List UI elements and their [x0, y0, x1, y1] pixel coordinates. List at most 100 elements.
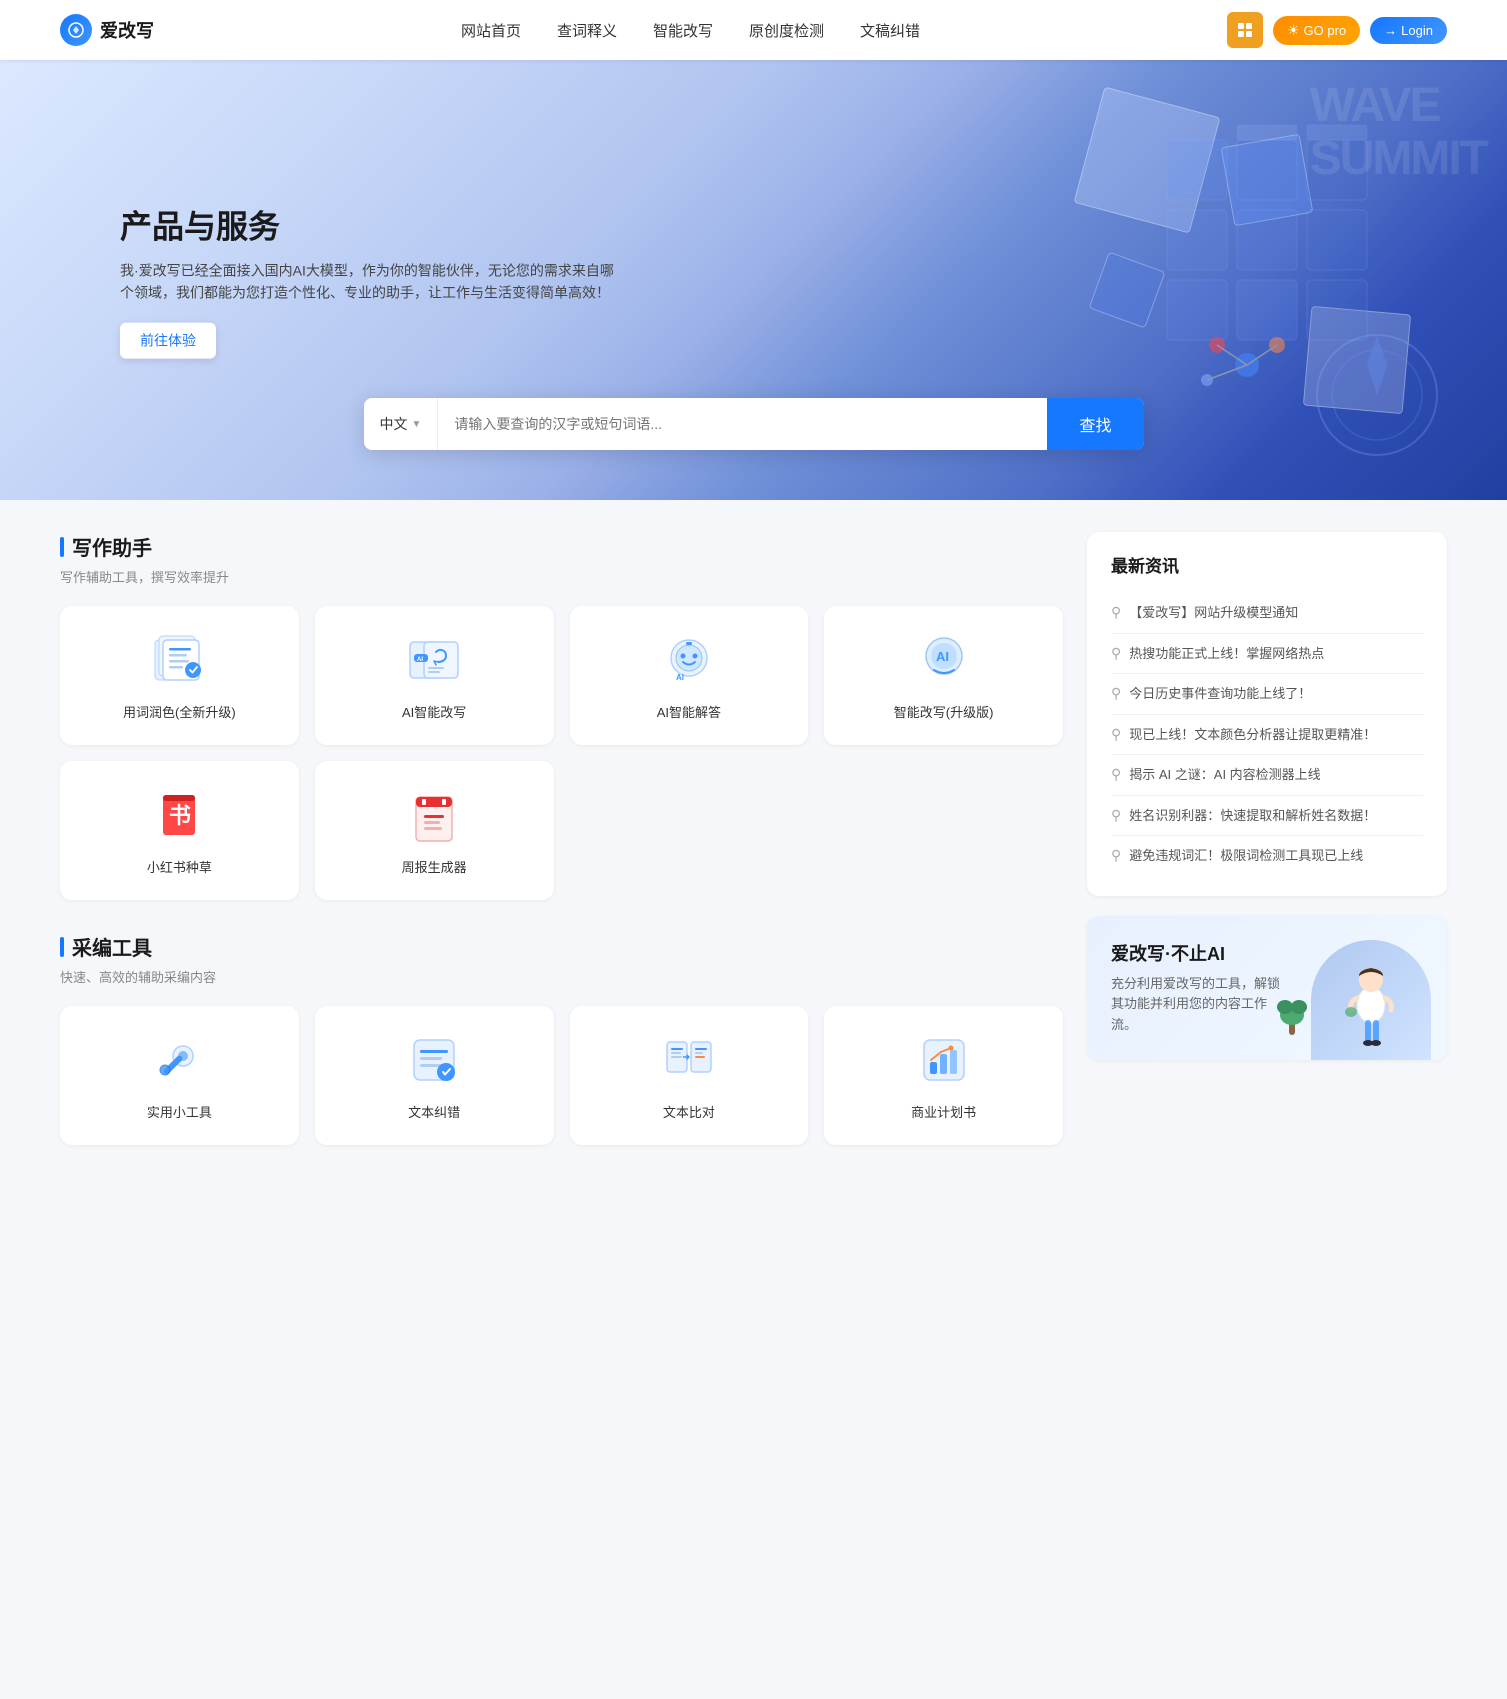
news-text-3: 现已上线！文本颜色分析器让提取更精准！: [1129, 725, 1376, 745]
caiji-section-title: 采编工具: [60, 932, 1063, 961]
right-panel: 最新资讯 ⚲ 【爱改写】网站升级模型通知 ⚲ 热搜功能正式上线！掌握网络热点 ⚲…: [1087, 532, 1447, 1177]
news-item-6[interactable]: ⚲ 避免违规词汇！极限词检测工具现已上线: [1111, 836, 1423, 876]
news-item-1[interactable]: ⚲ 热搜功能正式上线！掌握网络热点: [1111, 634, 1423, 675]
hero-description: 我·爱改写已经全面接入国内AI大模型，作为你的智能伙伴，无论您的需求来自哪个领域…: [120, 260, 620, 305]
nav-correct[interactable]: 文稿纠错: [860, 20, 920, 41]
header: 爱改写 网站首页 查词释义 智能改写 原创度检测 文稿纠错 ☀ GO pro →…: [0, 0, 1507, 60]
tool-xiaohongshu-icon: 书: [149, 785, 209, 845]
writing-tools-grid: 用词润色(全新升级) AI: [60, 606, 1063, 900]
news-item-3[interactable]: ⚲ 现已上线！文本颜色分析器让提取更精准！: [1111, 715, 1423, 756]
promo-deco-plant: [1277, 985, 1307, 1040]
tool-ai-answer-label: AI智能解答: [657, 702, 721, 721]
apps-button[interactable]: [1227, 12, 1263, 48]
tool-text-compare[interactable]: 文本比对: [570, 1006, 809, 1145]
tool-weekly-report-label: 周报生成器: [402, 857, 467, 876]
tool-xiaohongshu-label: 小红书种草: [147, 857, 212, 876]
tool-ai-answer[interactable]: AI AI智能解答: [570, 606, 809, 745]
deco-circle: [1307, 325, 1447, 470]
tool-utility[interactable]: 实用小工具: [60, 1006, 299, 1145]
deco-wave-text: WAVESUMMIT: [1310, 80, 1487, 186]
news-item-0[interactable]: ⚲ 【爱改写】网站升级模型通知: [1111, 593, 1423, 634]
news-section: 最新资讯 ⚲ 【爱改写】网站升级模型通知 ⚲ 热搜功能正式上线！掌握网络热点 ⚲…: [1087, 532, 1447, 896]
hero-title: 产品与服务: [120, 202, 620, 248]
news-text-0: 【爱改写】网站升级模型通知: [1129, 603, 1298, 623]
grid-icon: [1238, 23, 1252, 37]
tool-word-polish-label: 用词润色(全新升级): [123, 702, 236, 721]
nav-home[interactable]: 网站首页: [461, 20, 521, 41]
tool-weekly-report[interactable]: 周报生成器: [315, 761, 554, 900]
logo-icon: [60, 14, 92, 46]
link-icon-4: ⚲: [1111, 766, 1121, 783]
search-lang-label: 中文: [380, 414, 408, 434]
news-text-5: 姓名识别利器：快速提取和解析姓名数据！: [1129, 806, 1376, 826]
nav-original[interactable]: 原创度检测: [749, 20, 824, 41]
news-text-1: 热搜功能正式上线！掌握网络热点: [1129, 644, 1324, 664]
logo[interactable]: 爱改写: [60, 14, 154, 46]
tool-business-plan-icon: [914, 1030, 974, 1090]
left-panel: 写作助手 写作辅助工具，撰写效率提升: [60, 532, 1063, 1177]
tool-smart-rewrite-pro-label: 智能改写(升级版): [894, 702, 994, 721]
tool-utility-label: 实用小工具: [147, 1102, 212, 1121]
news-section-title: 最新资讯: [1111, 552, 1423, 577]
svg-text:AI: AI: [936, 649, 949, 664]
writing-section: 写作助手 写作辅助工具，撰写效率提升: [60, 532, 1063, 900]
tool-xiaohongshu[interactable]: 书 小红书种草: [60, 761, 299, 900]
tool-ai-rewrite[interactable]: AI AI智能改写: [315, 606, 554, 745]
tool-business-plan-label: 商业计划书: [911, 1102, 976, 1121]
nav-rewrite[interactable]: 智能改写: [653, 20, 713, 41]
promo-section: 爱改写·不止AI 充分利用爱改写的工具，解锁其功能并利用您的内容工作流。: [1087, 916, 1447, 1060]
go-pro-sun-icon: ☀: [1287, 22, 1300, 39]
search-button[interactable]: 查找: [1047, 398, 1143, 450]
news-item-2[interactable]: ⚲ 今日历史事件查询功能上线了！: [1111, 674, 1423, 715]
go-pro-button[interactable]: ☀ GO pro: [1273, 16, 1360, 45]
search-lang-selector[interactable]: 中文 ▼: [364, 398, 439, 450]
main-nav: 网站首页 查词释义 智能改写 原创度检测 文稿纠错: [461, 20, 920, 41]
login-button[interactable]: → Login: [1370, 17, 1447, 44]
svg-text:AI: AI: [676, 673, 684, 682]
link-icon-0: ⚲: [1111, 604, 1121, 621]
svg-text:AI: AI: [417, 657, 423, 663]
news-item-5[interactable]: ⚲ 姓名识别利器：快速提取和解析姓名数据！: [1111, 796, 1423, 837]
search-input[interactable]: [438, 398, 1047, 450]
tool-word-polish[interactable]: 用词润色(全新升级): [60, 606, 299, 745]
hero-content: 产品与服务 我·爱改写已经全面接入国内AI大模型，作为你的智能伙伴，无论您的需求…: [120, 202, 620, 359]
logo-text: 爱改写: [100, 17, 154, 43]
link-icon-6: ⚲: [1111, 847, 1121, 864]
news-item-4[interactable]: ⚲ 揭示 AI 之谜：AI 内容检测器上线: [1111, 755, 1423, 796]
news-text-2: 今日历史事件查询功能上线了！: [1129, 684, 1311, 704]
caiji-tools-grid: 实用小工具 文本纠: [60, 1006, 1063, 1145]
tool-text-compare-label: 文本比对: [663, 1102, 715, 1121]
experience-button[interactable]: 前往体验: [120, 322, 216, 358]
promo-figure: [1311, 940, 1431, 1060]
news-text-6: 避免违规词汇！极限词检测工具现已上线: [1129, 846, 1363, 866]
news-text-4: 揭示 AI 之谜：AI 内容检测器上线: [1129, 765, 1320, 785]
deco-molecule: [1187, 315, 1307, 420]
tool-weekly-report-icon: [404, 785, 464, 845]
writing-section-subtitle: 写作辅助工具，撰写效率提升: [60, 567, 1063, 586]
promo-description: 充分利用爱改写的工具，解锁其功能并利用您的内容工作流。: [1111, 974, 1291, 1036]
tool-business-plan[interactable]: 商业计划书: [824, 1006, 1063, 1145]
tool-ai-answer-icon: AI: [659, 630, 719, 690]
header-actions: ☀ GO pro → Login: [1227, 12, 1447, 48]
search-bar: 中文 ▼ 查找: [364, 398, 1144, 450]
tool-text-correct-icon: [404, 1030, 464, 1090]
link-icon-3: ⚲: [1111, 726, 1121, 743]
tool-ai-rewrite-label: AI智能改写: [402, 702, 466, 721]
tool-text-compare-icon: [659, 1030, 719, 1090]
tool-text-correct-label: 文本纠错: [408, 1102, 460, 1121]
nav-dict[interactable]: 查词释义: [557, 20, 617, 41]
chevron-down-icon: ▼: [412, 419, 422, 430]
link-icon-5: ⚲: [1111, 807, 1121, 824]
tool-ai-rewrite-icon: AI: [404, 630, 464, 690]
tool-text-correct[interactable]: 文本纠错: [315, 1006, 554, 1145]
main-content: 写作助手 写作辅助工具，撰写效率提升: [0, 500, 1507, 1209]
tool-smart-rewrite-pro[interactable]: AI 智能改写(升级版): [824, 606, 1063, 745]
writing-section-title: 写作助手: [60, 532, 1063, 561]
tool-word-polish-icon: [149, 630, 209, 690]
caiji-section-subtitle: 快速、高效的辅助采编内容: [60, 967, 1063, 986]
svg-text:书: 书: [169, 803, 191, 828]
link-icon-2: ⚲: [1111, 685, 1121, 702]
tool-smart-rewrite-pro-icon: AI: [914, 630, 974, 690]
login-arrow-icon: →: [1384, 23, 1397, 38]
caiji-section: 采编工具 快速、高效的辅助采编内容 实: [60, 932, 1063, 1145]
